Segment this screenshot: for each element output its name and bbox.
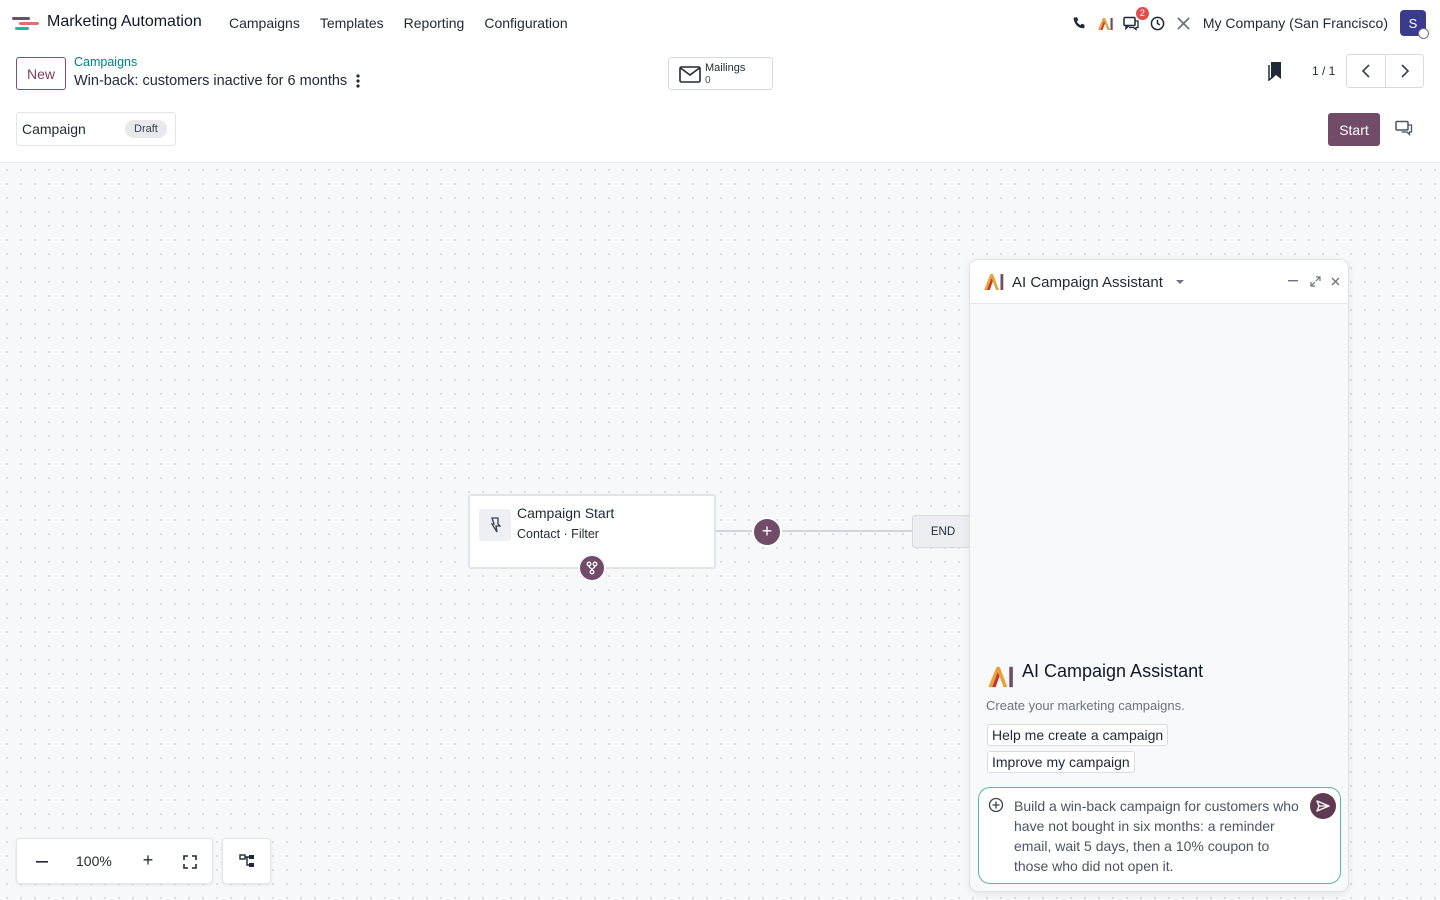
ai-assistant-panel: AI Campaign Assistant AI Campaign Assist… [969,259,1349,892]
branch-button[interactable] [578,554,606,582]
end-node: END [912,515,974,548]
ai-icon[interactable] [1093,10,1119,36]
caret-down-icon[interactable] [1175,279,1185,285]
ai-prompt-input[interactable]: Build a win-back campaign for customers … [978,787,1341,884]
user-avatar[interactable]: S [1400,10,1429,39]
chevron-right-icon [1400,64,1409,78]
status-badge: Draft [125,120,167,138]
ai-panel-title[interactable]: AI Campaign Assistant [1012,274,1163,291]
app-name[interactable]: Marketing Automation [47,13,202,31]
menu-campaigns[interactable]: Campaigns [229,15,300,31]
mailings-smart-button[interactable]: Mailings 0 [668,57,773,90]
fullscreen-icon [183,855,197,869]
mailings-count: 0 [705,75,711,86]
status-field: Campaign Draft [16,112,176,146]
envelope-icon [679,66,701,83]
mailings-label: Mailings [705,62,746,74]
status-name: Campaign [22,121,86,137]
menu-reporting[interactable]: Reporting [404,15,465,31]
suggestion-improve-campaign[interactable]: Improve my campaign [987,751,1135,773]
top-navbar: Marketing Automation Campaigns Templates… [0,0,1440,46]
pager-value[interactable]: 1 / 1 [1312,64,1335,78]
trigger-icon [479,509,511,541]
minimize-button[interactable] [1286,274,1300,288]
company-switcher[interactable]: My Company (San Francisco) [1203,15,1388,31]
node-subtitle: Contact · Filter [517,527,599,541]
chatter-icon[interactable] [1395,120,1413,136]
start-button[interactable]: Start [1328,113,1380,146]
zoom-in-button[interactable]: + [137,850,159,872]
ai-welcome-logo-icon [988,666,1013,688]
messages-icon[interactable]: 2 [1119,7,1149,36]
add-step-button[interactable]: + [752,517,782,547]
expand-button[interactable] [1308,274,1322,288]
main-menu: Campaigns Templates Reporting Configurat… [229,15,588,31]
zoom-out-button[interactable] [31,851,53,873]
expand-icon [1309,275,1321,287]
branch-icon [586,561,598,575]
record-title: Win-back: customers inactive for 6 month… [74,73,348,89]
suggestion-create-campaign[interactable]: Help me create a campaign [987,724,1169,746]
bookmark-icon[interactable] [1266,61,1284,81]
close-button[interactable] [1328,274,1342,288]
send-button[interactable] [1310,793,1336,819]
ai-welcome-subtitle: Create your marketing campaigns. [986,698,1185,713]
auto-layout-button[interactable] [222,838,271,884]
menu-templates[interactable]: Templates [320,15,384,31]
ai-welcome-title: AI Campaign Assistant [1022,661,1204,681]
minus-icon [36,861,48,863]
minimize-icon [1288,280,1298,282]
zoom-level: 100% [76,853,112,869]
zoom-toolbar: 100% + [16,838,213,884]
phone-icon[interactable] [1067,10,1093,36]
pager-previous-button[interactable] [1347,55,1385,87]
layout-icon [238,854,254,867]
flow-connector [716,530,916,532]
close-icon [1331,277,1339,285]
ai-logo-icon [984,274,1004,290]
actions-menu-icon[interactable] [352,72,364,90]
pager-next-button[interactable] [1385,55,1423,87]
menu-configuration[interactable]: Configuration [484,15,567,31]
new-button[interactable]: New [16,57,66,90]
breadcrumb-campaigns[interactable]: Campaigns [74,55,137,69]
systray: 2 My Company (San Francisco) S [1067,7,1429,39]
chevron-left-icon [1361,64,1370,78]
pager-buttons [1346,54,1424,88]
node-title: Campaign Start [517,505,615,521]
send-icon [1316,800,1330,812]
fit-view-button[interactable] [179,851,201,873]
marketing-automation-logo-icon[interactable] [12,14,40,32]
ai-panel-header: AI Campaign Assistant [970,260,1348,304]
tools-icon[interactable] [1171,10,1197,36]
clock-icon[interactable] [1145,10,1171,36]
ai-prompt-text[interactable]: Build a win-back campaign for customers … [1014,796,1306,876]
add-attachment-icon[interactable] [988,797,1004,813]
